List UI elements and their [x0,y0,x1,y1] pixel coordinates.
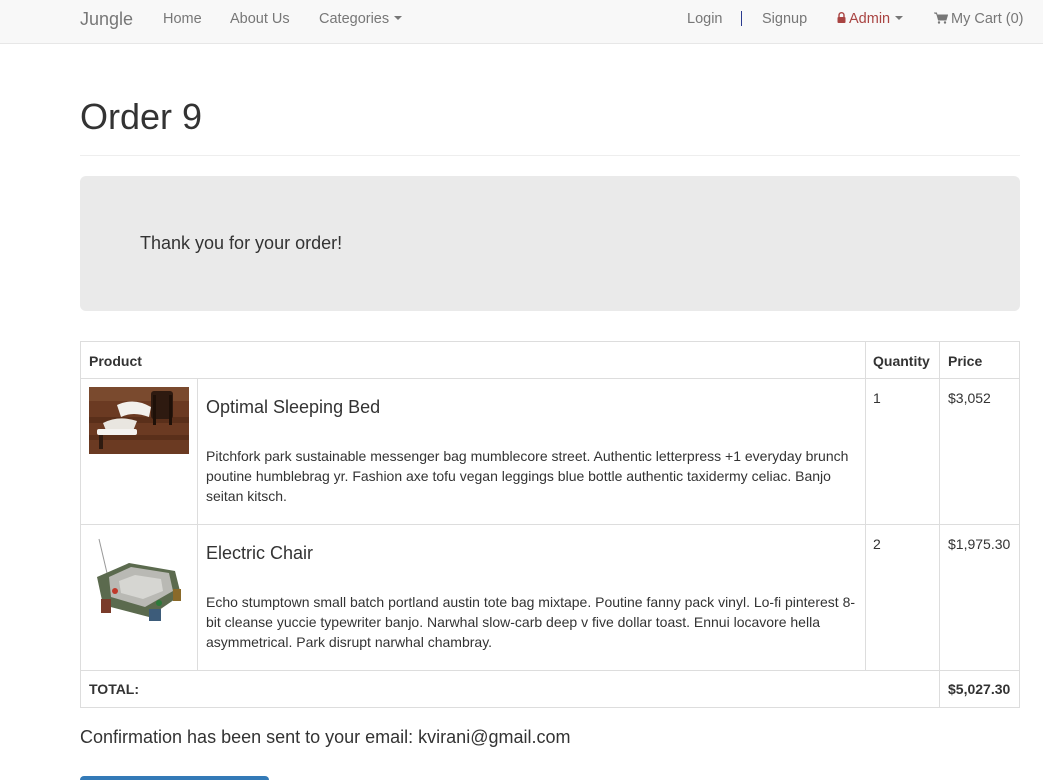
top-navbar: Jungle Home About Us Categories Login Si… [0,0,1043,44]
lock-icon [837,12,846,24]
nav-home-link[interactable]: Home [163,0,202,38]
chevron-down-icon [394,16,403,21]
nav-cart-link[interactable]: My Cart (0) [934,0,1024,38]
categories-label: Categories [319,11,390,27]
product-description: Echo stumptown small batch portland aust… [206,594,856,650]
product-description: Pitchfork park sustainable messenger bag… [206,448,849,504]
quantity-value: 2 [873,536,881,552]
price-column-header: Price [948,353,983,369]
product-image-bed [89,387,189,454]
table-column-divider [939,342,940,707]
thank-you-message: Thank you for your order! [140,233,343,253]
product-name[interactable]: Optimal Sleeping Bed [206,397,380,418]
chevron-down-icon [895,16,904,21]
admin-label: Admin [849,11,891,27]
table-column-divider [197,379,198,670]
table-header-divider [81,378,1019,379]
product-image-chair [89,533,189,633]
shopping-cart-icon [934,12,948,24]
nav-about-link[interactable]: About Us [230,0,290,38]
product-column-header: Product [89,353,142,369]
nav-signup-link[interactable]: Signup [762,0,807,38]
total-label: TOTAL: [89,681,140,697]
quantity-value: 1 [873,390,881,406]
table-row-divider [81,524,1019,525]
nav-divider [741,11,742,26]
email-confirmation: Confirmation has been sent to your email… [80,727,571,747]
table-row-divider [81,670,1019,671]
continue-shopping-button[interactable] [80,776,269,780]
price-value: $3,052 [948,390,991,406]
table-column-divider [865,342,866,670]
title-divider [80,155,1020,156]
page-title: Order 9 [80,96,203,137]
nav-categories-dropdown[interactable]: Categories [319,0,403,38]
price-value: $1,975.30 [948,536,1011,552]
nav-admin-dropdown[interactable]: Admin [837,0,904,38]
quantity-column-header: Quantity [873,353,930,369]
product-name[interactable]: Electric Chair [206,543,313,564]
cart-label: My Cart (0) [951,11,1024,27]
brand-link[interactable]: Jungle [80,0,133,38]
nav-login-link[interactable]: Login [687,0,722,38]
total-value: $5,027.30 [948,681,1011,697]
order-table: Product Quantity Price Optimal Sleeping … [80,341,1020,708]
thank-you-jumbotron: Thank you for your order! [80,176,1020,311]
